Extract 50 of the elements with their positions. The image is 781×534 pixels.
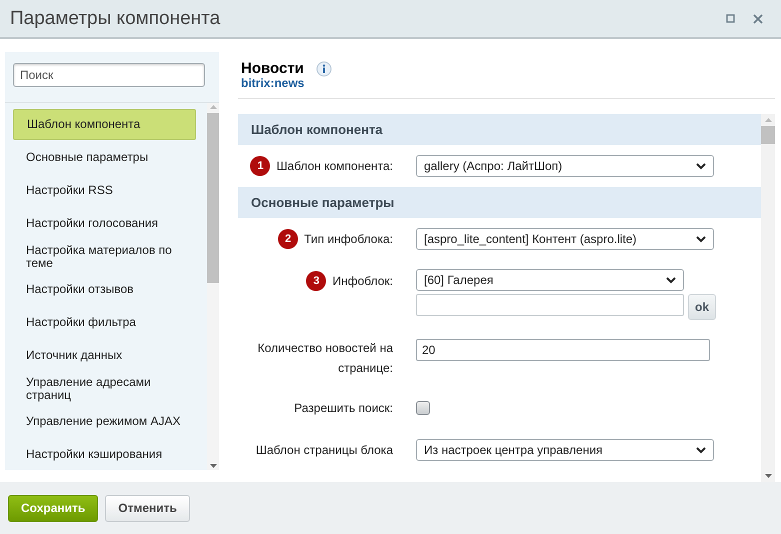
- field-label: Шаблон страницы блока: [256, 442, 393, 459]
- scroll-down-icon[interactable]: [764, 474, 772, 478]
- chevron-icon: [696, 162, 706, 170]
- maximize-icon[interactable]: [726, 14, 735, 23]
- scrollbar-thumb[interactable]: [761, 126, 775, 144]
- scroll-up-icon[interactable]: [764, 118, 772, 122]
- scroll-up-icon[interactable]: [210, 105, 216, 109]
- sidebar-item[interactable]: Источник данных: [13, 340, 196, 371]
- sidebar-item[interactable]: Основные параметры: [13, 142, 196, 173]
- section-header: Шаблон компонента: [238, 114, 761, 145]
- scroll-down-icon[interactable]: [210, 464, 216, 468]
- select-field[interactable]: Из настроек центра управления: [416, 439, 714, 461]
- sidebar-item[interactable]: Настройки RSS: [13, 175, 196, 206]
- close-icon[interactable]: [753, 14, 763, 24]
- scrollbar-thumb[interactable]: [207, 113, 219, 283]
- select-field[interactable]: [aspro_lite_content] Контент (aspro.lite): [416, 228, 714, 250]
- field-label: Количество новостей на странице:: [256, 340, 393, 377]
- window-title: Параметры компонента: [10, 8, 220, 30]
- component-title: Новости: [241, 60, 304, 77]
- search-field[interactable]: Поиск: [13, 63, 205, 87]
- sidebar-item[interactable]: Настройка материалов по теме: [13, 241, 196, 272]
- ok-button[interactable]: ok: [688, 294, 716, 320]
- field-label: Инфоблок:: [332, 273, 393, 290]
- sidebar-item[interactable]: Управление адресами страниц: [13, 373, 196, 404]
- chevron-icon: [696, 446, 706, 454]
- info-icon[interactable]: [316, 60, 332, 76]
- sidebar-item[interactable]: Настройки кэширования: [13, 439, 196, 470]
- sidebar-item[interactable]: Настройки голосования: [13, 208, 196, 239]
- chevron-icon: [666, 276, 676, 284]
- input-field[interactable]: [416, 294, 684, 316]
- select-field[interactable]: gallery (Аспро: ЛайтШоп): [416, 155, 714, 177]
- field-label: Тип инфоблока:: [304, 231, 393, 248]
- component-code: bitrix:news: [241, 76, 306, 90]
- number-badge: 1: [250, 156, 270, 176]
- field-label: Разрешить поиск:: [294, 400, 393, 417]
- scrollbar[interactable]: [207, 103, 219, 470]
- sidebar-item[interactable]: Шаблон компонента: [13, 109, 196, 140]
- number-badge: 2: [278, 229, 298, 249]
- sidebar-item[interactable]: Настройки фильтра: [13, 307, 196, 338]
- number-badge: 3: [306, 271, 326, 291]
- checkbox[interactable]: [416, 401, 430, 415]
- sidebar-item[interactable]: Управление режимом AJAX: [13, 406, 196, 437]
- sidebar-item[interactable]: Настройки отзывов: [13, 274, 196, 305]
- select-field[interactable]: [60] Галерея: [416, 269, 684, 291]
- chevron-icon: [696, 236, 706, 242]
- field-label: Шаблон компонента:: [276, 158, 393, 175]
- input-field[interactable]: 20: [416, 339, 710, 361]
- scrollbar[interactable]: [761, 114, 775, 482]
- section-header: Основные параметры: [238, 187, 761, 218]
- cancel-button[interactable]: Отменить: [105, 494, 190, 522]
